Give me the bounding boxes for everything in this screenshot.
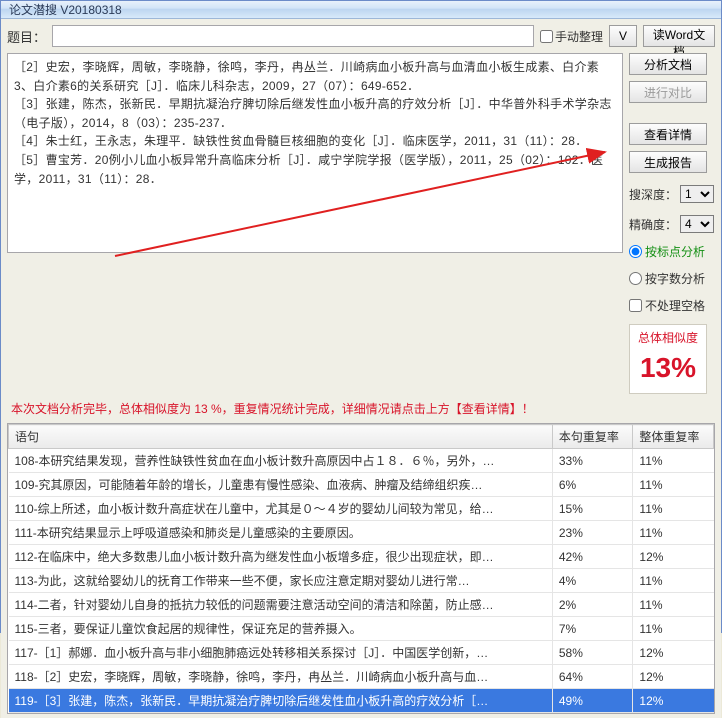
table-row[interactable]: 110-综上所述，血小板计数升高症状在儿童中，尤其是０～４岁的婴幼儿间较为常见，…: [9, 497, 714, 521]
table-row[interactable]: 119-［3］张建，陈杰，张新民．早期抗凝治疗脾切除后继发性血小板升高的疗效分析…: [9, 689, 714, 713]
table-row[interactable]: 112-在临床中，绝大多数患儿血小板计数升高为继发性血小板增多症，很少出现症状，…: [9, 545, 714, 569]
v-button[interactable]: V: [609, 25, 637, 47]
col-sentence[interactable]: 语句: [9, 425, 553, 449]
table-row[interactable]: 111-本研究结果显示上呼吸道感染和肺炎是儿童感染的主要原因。23%11%: [9, 521, 714, 545]
topic-input[interactable]: [52, 25, 534, 47]
compare-button: 进行对比: [629, 81, 707, 103]
table-row[interactable]: 117-［1］郝娜．血小板升高与非小细胞肺癌远处转移相关系探讨［J］．中国医学创…: [9, 641, 714, 665]
accuracy-label: 精确度：: [629, 216, 677, 233]
check-nospace[interactable]: 不处理空格: [629, 297, 705, 314]
table-row[interactable]: 108-本研究结果发现，营养性缺铁性贫血在血小板计数升高原因中占１８．６％，另外…: [9, 449, 714, 473]
detail-button[interactable]: 查看详情: [629, 123, 707, 145]
accuracy-select[interactable]: 4: [680, 215, 714, 233]
results-table[interactable]: 语句 本句重复率 整体重复率 108-本研究结果发现，营养性缺铁性贫血在血小板计…: [7, 423, 715, 714]
window-title: 论文潜搜 V20180318: [1, 1, 721, 19]
table-row[interactable]: 114-二者，针对婴幼儿自身的抵抗力较低的问题需要注意活动空间的清洁和除菌，防止…: [9, 593, 714, 617]
depth-label: 搜深度：: [629, 186, 677, 203]
table-row[interactable]: 109-究其原因，可能随着年龄的增长，儿童患有慢性感染、血液病、肿瘤及结缔组织疾…: [9, 473, 714, 497]
radio-punct[interactable]: 按标点分析: [629, 243, 705, 260]
report-button[interactable]: 生成报告: [629, 151, 707, 173]
read-word-button[interactable]: 读Word文档: [643, 25, 715, 47]
table-row[interactable]: 115-三者，要保证儿童饮食起居的规律性，保证充足的营养摄入。7%11%: [9, 617, 714, 641]
similarity-box: 总体相似度 13%: [629, 324, 707, 394]
table-row[interactable]: 118-［2］史宏，李晓辉，周敏，李晓静，徐鸣，李丹，冉丛兰．川崎病血小板升高与…: [9, 665, 714, 689]
analyze-button[interactable]: 分析文档: [629, 53, 707, 75]
references-box: ［2］史宏，李晓辉，周敏，李晓静，徐鸣，李丹，冉丛兰．川崎病血小板升高与血清血小…: [7, 53, 623, 253]
manual-sort-checkbox[interactable]: 手动整理: [540, 28, 603, 45]
status-line: 本次文档分析完毕，总体相似度为 13 %，重复情况统计完成，详细情况请点击上方【…: [7, 394, 715, 423]
depth-select[interactable]: 1: [680, 185, 714, 203]
radio-chars[interactable]: 按字数分析: [629, 270, 705, 287]
table-row[interactable]: 113-为此，这就给婴幼儿的抚育工作带来一些不便，家长应注意定期对婴幼儿进行常……: [9, 569, 714, 593]
col-total-rate[interactable]: 整体重复率: [633, 425, 714, 449]
topic-label: 题目：: [7, 27, 46, 46]
col-sentence-rate[interactable]: 本句重复率: [552, 425, 633, 449]
